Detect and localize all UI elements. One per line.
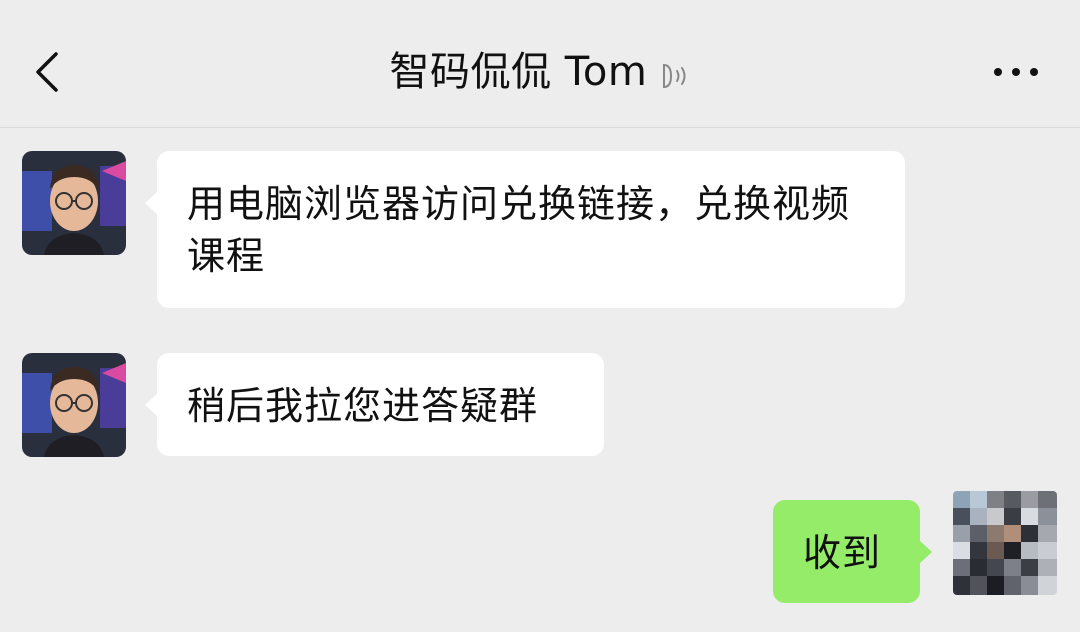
avatar[interactable] (953, 491, 1057, 595)
more-options-button[interactable] (990, 58, 1042, 86)
avatar[interactable] (22, 353, 126, 457)
message-bubble-incoming[interactable]: 用电脑浏览器访问兑换链接，兑换视频课程 (145, 151, 905, 308)
more-dots-icon (994, 68, 1038, 76)
avatar-portrait-icon (22, 353, 126, 457)
chat-title-area: 智码侃侃 Tom (0, 44, 1080, 100)
message-bubble-outgoing[interactable]: 收到 (773, 500, 932, 603)
chat-header: 智码侃侃 Tom (0, 0, 1080, 128)
voice-muted-icon (656, 59, 690, 93)
avatar-portrait-icon (22, 151, 126, 255)
chat-title: 智码侃侃 Tom (389, 49, 648, 95)
message-text: 稍后我拉您进答疑群 (187, 384, 539, 428)
message-text: 收到 (803, 531, 882, 575)
avatar[interactable] (22, 151, 126, 255)
message-text: 用电脑浏览器访问兑换链接，兑换视频课程 (187, 182, 851, 278)
avatar-pixelated-icon (953, 491, 1057, 595)
message-bubble-incoming[interactable]: 稍后我拉您进答疑群 (145, 353, 604, 456)
